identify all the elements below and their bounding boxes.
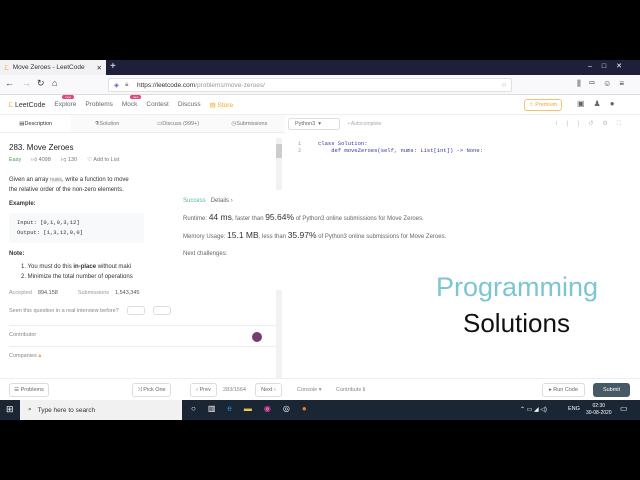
taskbar: ⊞ ⌕ Type here to search ○▥e▬◉◎● ⌃ ▭ ◢ ◁) … <box>0 400 640 420</box>
lock-icon: 🔒︎ <box>38 353 42 359</box>
leetcode-favicon-icon: ℒ <box>4 64 9 72</box>
search-icon: ⌕ <box>28 406 32 413</box>
page-indicator: 283/1564 <box>223 387 246 393</box>
language-select[interactable]: Python3 ▾ <box>288 118 340 130</box>
problems-button[interactable]: ☰ Problems <box>9 383 49 397</box>
yes-button[interactable]: Yes <box>126 306 145 315</box>
nav-explore[interactable]: new Explore <box>54 95 76 108</box>
tab-description[interactable]: ▤ Description <box>0 115 72 132</box>
clock[interactable]: 02:30 30-08-2020 <box>586 403 612 417</box>
interview-question: Seen this question in a real interview b… <box>9 306 276 315</box>
problem-title: 283. Move Zeroes <box>9 143 74 152</box>
home-icon[interactable]: ⌂ <box>52 78 57 88</box>
forward-icon[interactable]: → <box>22 78 31 88</box>
leetcode-logo[interactable]: ℒ LeetCode <box>8 101 45 109</box>
leetcode-nav: ℒ LeetCode new Explore Problems new Mock C… <box>0 95 640 115</box>
editor-tool-icons[interactable]: i{}↺⚙⛶ <box>556 120 630 128</box>
nav-mock[interactable]: new Mock <box>122 95 142 108</box>
companies-row[interactable]: Companies 🔒︎ <box>9 346 276 360</box>
success-status: Success <box>183 198 206 204</box>
details-link[interactable]: Details › <box>211 198 233 204</box>
url-host: https://leetcode.com <box>137 81 196 89</box>
problem-tabs: ▤ Description ⚗ Solution ▭ Discuss (999+… <box>0 115 285 133</box>
browser-tab[interactable]: ℒ Move Zeroes - LeetCode ✕ <box>0 60 106 75</box>
url-path: /problems/move-zeroes/ <box>195 81 265 89</box>
notification-icon[interactable]: ▭ <box>620 404 628 413</box>
screen: ℒ Move Zeroes - LeetCode ✕ + –□✕ ← → ↻ ⌂… <box>0 60 640 420</box>
runtime-text: Runtime: 44 ms, faster than 95.64% of Py… <box>183 212 424 222</box>
browser-tab-bar: ℒ Move Zeroes - LeetCode ✕ + –□✕ <box>0 60 640 75</box>
example-code: Input: [0,1,0,3,12] Output: [1,3,12,0,0] <box>9 213 144 243</box>
tab-discuss[interactable]: ▭ Discuss (999+) <box>143 115 214 132</box>
add-to-list-button[interactable]: ♡ Add to List <box>87 157 119 163</box>
nav-store[interactable]: ▤ Store <box>210 101 234 109</box>
tab-title: Move Zeroes - LeetCode <box>12 64 85 71</box>
dislike-button[interactable]: 👎︎ 130 <box>61 157 77 163</box>
nav-contest[interactable]: Contest <box>146 101 168 108</box>
console-button[interactable]: Console ▾ <box>297 387 321 393</box>
tab-solution[interactable]: ⚗ Solution <box>71 115 142 132</box>
avatar <box>252 332 262 342</box>
close-tab-icon[interactable]: ✕ <box>97 64 102 72</box>
prev-button[interactable]: ‹ Prev <box>190 383 217 397</box>
autocomplete-toggle[interactable]: • Autocomplete <box>348 121 381 127</box>
difficulty-badge: Easy <box>9 157 22 163</box>
nav-problems[interactable]: Problems <box>85 101 112 108</box>
like-button[interactable]: 👍︎ 4098 <box>31 157 51 163</box>
stats: Accepted 894,158 Submissions 1,543,345 <box>9 290 140 296</box>
next-challenges: Next challenges: <box>183 251 228 257</box>
back-icon[interactable]: ← <box>5 78 14 88</box>
overlay-title: Programming <box>436 272 599 302</box>
lock-icon: 🔒︎ <box>125 81 129 88</box>
code-content[interactable]: class Solution: def moveZeroes(self, num… <box>318 140 483 154</box>
contributor-row[interactable]: Contributor <box>9 325 276 342</box>
contribute-button[interactable]: Contribute ℹ <box>336 387 365 393</box>
new-tab-button[interactable]: + <box>110 61 116 72</box>
nav-icons[interactable]: ▣♟● <box>577 99 624 108</box>
bookmark-star-icon[interactable]: ☆ <box>501 81 507 89</box>
memory-text: Memory Usage: 15.1 MB, less than 35.97% … <box>183 230 447 240</box>
language-indicator[interactable]: ENG <box>568 406 580 412</box>
shield-icon: ◈ <box>114 82 119 89</box>
window-controls[interactable]: –□✕ <box>588 62 632 70</box>
premium-button[interactable]: ☆ Premium <box>524 99 562 111</box>
line-numbers: 12 <box>298 140 302 154</box>
new-badge: new <box>129 95 142 99</box>
reload-icon[interactable]: ↻ <box>37 78 45 89</box>
overlay-subtitle: Solutions <box>463 308 570 338</box>
bottom-bar: ☰ Problems ⤨ Pick One ‹ Prev 283/1564 Ne… <box>0 378 640 400</box>
no-button[interactable]: No <box>152 306 171 315</box>
next-button[interactable]: Next › <box>255 383 282 397</box>
submission-result: Success Details › Runtime: 44 ms, faster… <box>175 190 455 290</box>
tray-icons[interactable]: ⌃ ▭ ◢ ◁) <box>520 406 547 413</box>
pick-one-button[interactable]: ⤨ Pick One <box>132 383 171 397</box>
browser-toolbar-icons[interactable]: ⫼▭☺≡ <box>577 79 632 89</box>
taskbar-app-icons[interactable]: ○▥e▬◉◎● <box>191 404 319 413</box>
nav-discuss[interactable]: Discuss <box>178 101 201 108</box>
new-badge: new <box>62 95 74 99</box>
windows-start-icon[interactable]: ⊞ <box>6 404 14 415</box>
run-code-button[interactable]: ▸ Run Code <box>542 383 585 397</box>
submit-button[interactable]: Submit <box>593 383 630 397</box>
tab-submissions[interactable]: ◷ Submissions <box>214 115 285 132</box>
address-bar-row: ← → ↻ ⌂ ◈ 🔒︎ https://leetcode.com/proble… <box>0 75 640 95</box>
url-input[interactable]: ◈ 🔒︎ https://leetcode.com/problems/move-… <box>108 78 512 92</box>
taskbar-search-input[interactable]: ⌕ Type here to search <box>20 400 182 420</box>
